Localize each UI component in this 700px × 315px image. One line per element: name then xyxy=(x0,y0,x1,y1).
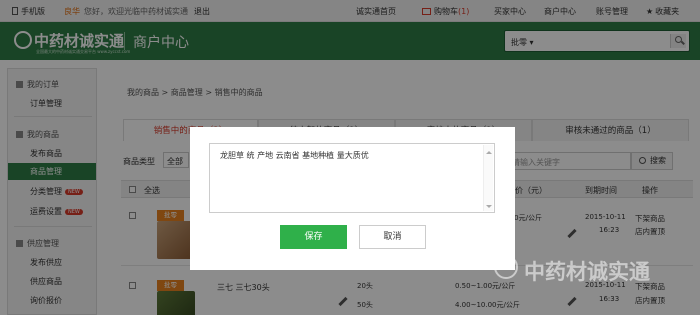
edit-title-dialog: 龙胆草 统 产地 云南省 基地种植 量大质优 保存 取消 xyxy=(190,127,515,270)
save-button[interactable]: 保存 xyxy=(280,225,347,249)
cancel-button[interactable]: 取消 xyxy=(359,225,426,249)
title-textarea[interactable]: 龙胆草 统 产地 云南省 基地种植 量大质优 xyxy=(209,143,495,213)
watermark: 中药材诚实通 xyxy=(524,260,650,284)
textarea-value: 龙胆草 统 产地 云南省 基地种植 量大质优 xyxy=(220,151,369,160)
textarea-scrollbar[interactable] xyxy=(483,145,493,211)
watermark-logo-icon xyxy=(494,255,518,279)
